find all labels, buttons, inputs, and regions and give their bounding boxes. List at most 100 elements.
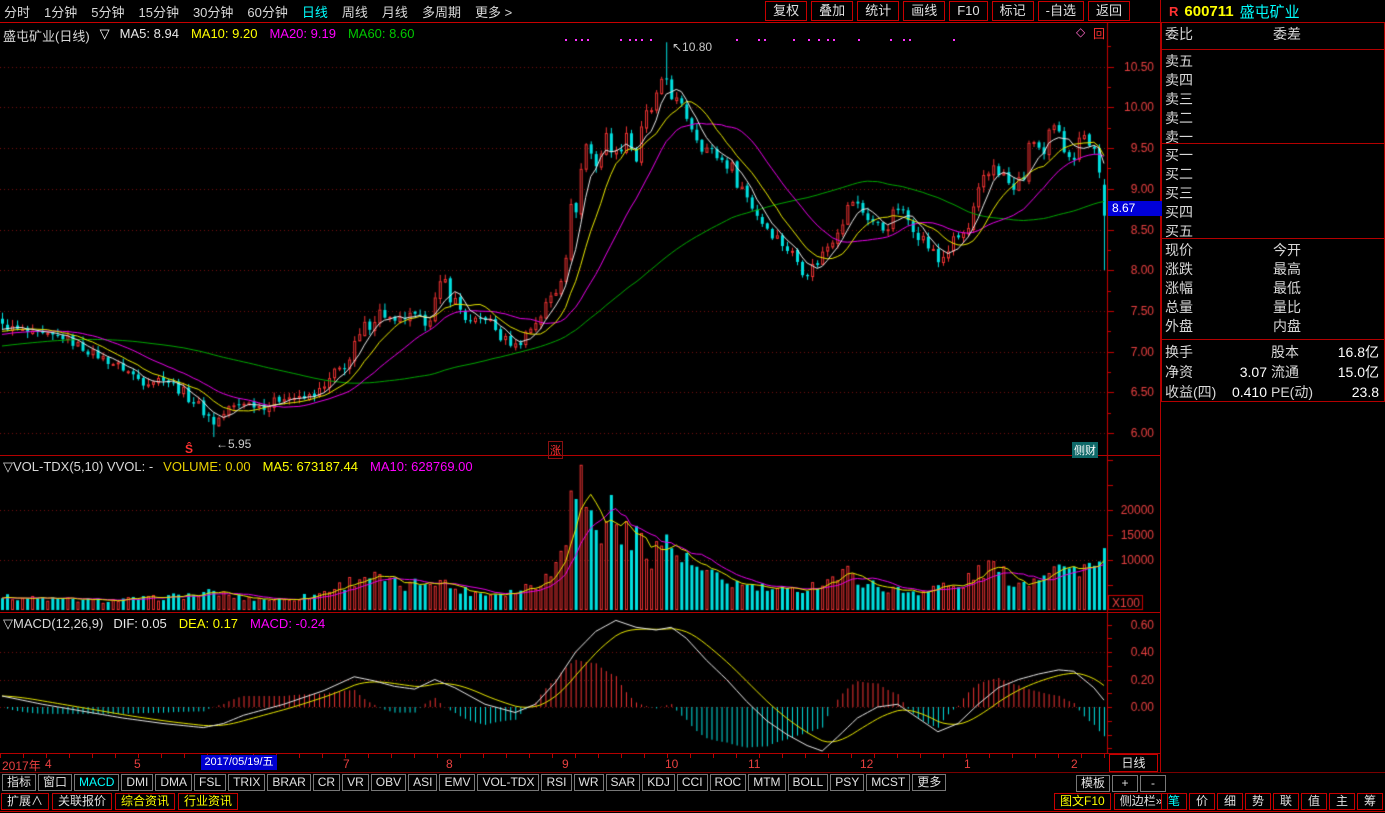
- mode-联[interactable]: 联: [1273, 793, 1299, 810]
- tab-PSY[interactable]: PSY: [830, 774, 864, 791]
- action-叠加[interactable]: 叠加: [811, 1, 853, 21]
- pane-close-icon[interactable]: 回: [1093, 25, 1105, 42]
- buy-levels-box: 买一买二买三买四买五: [1161, 144, 1385, 239]
- mode-笔[interactable]: 笔: [1161, 793, 1187, 810]
- sell-level-卖三: 卖三: [1162, 90, 1384, 109]
- macd-panel-header: ▽MACD(12,26,9) DIF: 0.05DEA: 0.17MACD: -…: [3, 616, 325, 632]
- macd-values: DIF: 0.05DEA: 0.17MACD: -0.24: [113, 616, 325, 632]
- tab-DMA[interactable]: DMA: [155, 774, 192, 791]
- volume-chart[interactable]: [0, 456, 1160, 612]
- status-行业资讯[interactable]: 行业资讯: [178, 793, 238, 810]
- action--自选[interactable]: -自选: [1038, 1, 1084, 21]
- period-30分钟[interactable]: 30分钟: [193, 2, 233, 21]
- mode-价[interactable]: 价: [1189, 793, 1215, 810]
- period-indicator-box[interactable]: 日线: [1109, 754, 1158, 772]
- mode-值[interactable]: 值: [1301, 793, 1327, 810]
- btn-minus[interactable]: -: [1140, 775, 1166, 792]
- tab-DMI[interactable]: DMI: [121, 774, 153, 791]
- pane-marker-icon[interactable]: ◇: [1076, 25, 1085, 39]
- action-复权[interactable]: 复权: [765, 1, 807, 21]
- trough-price-label: ←5.95: [216, 437, 251, 451]
- top-toolbar: 分时 1分钟 5分钟 15分钟 30分钟 60分钟日线周线月线多周期更多 > 复权叠加统计…: [0, 0, 1160, 22]
- macd-chart[interactable]: [0, 613, 1160, 753]
- sell-signal-marker: Ŝ: [185, 442, 193, 456]
- mode-势[interactable]: 势: [1245, 793, 1271, 810]
- tab-BRAR[interactable]: BRAR: [267, 774, 310, 791]
- btn-模板[interactable]: 模板: [1076, 775, 1110, 792]
- tab-更多[interactable]: 更多: [912, 774, 946, 791]
- template-group: 模板+-: [1076, 775, 1166, 792]
- status-图文F10[interactable]: 图文F10: [1054, 793, 1111, 810]
- buy-level-买二: 买二: [1162, 165, 1384, 184]
- action-画线[interactable]: 画线: [903, 1, 945, 21]
- period-5分钟[interactable]: 5分钟: [91, 2, 124, 21]
- selected-date-box[interactable]: 2017/05/19/五: [201, 755, 277, 770]
- period-更多 >[interactable]: 更多 >: [475, 2, 512, 21]
- tab-CCI[interactable]: CCI: [677, 774, 708, 791]
- info-badge[interactable]: 侧财: [1072, 442, 1098, 458]
- tab-OBV[interactable]: OBV: [371, 774, 406, 791]
- peak-price-label: ↖10.80: [672, 40, 712, 54]
- trading-terminal: 分时1分钟5分钟15分钟30分钟60分钟日线周线月线多周期更多 > 复权叠加统计…: [0, 0, 1385, 813]
- tab-WR[interactable]: WR: [574, 774, 604, 791]
- tab-SAR[interactable]: SAR: [606, 774, 641, 791]
- tab-TRIX[interactable]: TRIX: [228, 774, 265, 791]
- btn-plus[interactable]: +: [1112, 775, 1138, 792]
- mode-主[interactable]: 主: [1329, 793, 1355, 810]
- wei-bi-label: 委比: [1165, 25, 1273, 44]
- period-1分钟[interactable]: 1分钟: [44, 2, 77, 21]
- action-F10[interactable]: F10: [949, 1, 987, 21]
- period-日线[interactable]: 日线: [302, 2, 328, 21]
- kline-chart[interactable]: [0, 23, 1160, 455]
- period-15分钟[interactable]: 15分钟: [138, 2, 178, 21]
- action-统计[interactable]: 统计: [857, 1, 899, 21]
- month-10: 10: [665, 757, 678, 771]
- buy-level-买四: 买四: [1162, 203, 1384, 222]
- label-最高: 最高: [1273, 260, 1381, 279]
- mode-筹[interactable]: 筹: [1357, 793, 1383, 810]
- tab-EMV[interactable]: EMV: [439, 774, 475, 791]
- value-净资: 3.07: [1223, 362, 1271, 382]
- label-现价: 现价: [1165, 241, 1273, 260]
- status-关联报价[interactable]: 关联报价: [52, 793, 112, 810]
- tab-CR[interactable]: CR: [313, 774, 340, 791]
- tab-ROC[interactable]: ROC: [710, 774, 747, 791]
- vol-indicator-name[interactable]: ▽VOL-TDX(5,10) VVOL: -: [3, 459, 153, 475]
- period-menu: 分时 1分钟 5分钟 15分钟 30分钟 60分钟日线周线月线多周期更多 >: [0, 2, 512, 21]
- tab-VR[interactable]: VR: [342, 774, 369, 791]
- tab-FSL[interactable]: FSL: [194, 774, 226, 791]
- info-row: 现价今开: [1162, 241, 1384, 260]
- btn-窗口[interactable]: 窗口: [38, 774, 72, 791]
- macd-indicator-name[interactable]: ▽MACD(12,26,9): [3, 616, 103, 632]
- period-分时[interactable]: 分时: [4, 2, 30, 21]
- action-返回[interactable]: 返回: [1088, 1, 1130, 21]
- signal-dot: [758, 39, 760, 41]
- tab-MTM[interactable]: MTM: [748, 774, 785, 791]
- label-总量: 总量: [1165, 298, 1273, 317]
- stock-name: 盛屯矿业: [1240, 1, 1300, 22]
- status-综合资讯[interactable]: 综合资讯: [115, 793, 175, 810]
- indicator-bar: 指标窗口MACDDMIDMAFSLTRIXBRARCRVROBVASIEMVVO…: [0, 773, 1162, 792]
- buy-level-买三: 买三: [1162, 184, 1384, 203]
- period-周线[interactable]: 周线: [342, 2, 368, 21]
- btn-指标[interactable]: 指标: [2, 774, 36, 791]
- period-月线[interactable]: 月线: [382, 2, 408, 21]
- status-扩展∧[interactable]: 扩展∧: [1, 793, 49, 810]
- tab-MCST[interactable]: MCST: [866, 774, 910, 791]
- tab-BOLL[interactable]: BOLL: [788, 774, 829, 791]
- rights-flag: R: [1169, 4, 1178, 19]
- value-label: VOLUME: 0.00: [163, 459, 250, 475]
- month-8: 8: [446, 757, 453, 771]
- tab-MACD[interactable]: MACD: [74, 774, 119, 791]
- period-60分钟[interactable]: 60分钟: [247, 2, 287, 21]
- tab-VOL-TDX[interactable]: VOL-TDX: [477, 774, 539, 791]
- tab-ASI[interactable]: ASI: [408, 774, 437, 791]
- tab-KDJ[interactable]: KDJ: [642, 774, 675, 791]
- screen-bottom-line: [0, 811, 1385, 812]
- value-label: DEA: 0.17: [179, 616, 238, 632]
- mode-细[interactable]: 细: [1217, 793, 1243, 810]
- period-多周期[interactable]: 多周期: [422, 2, 461, 21]
- tab-RSI[interactable]: RSI: [541, 774, 571, 791]
- action-标记[interactable]: 标记: [992, 1, 1034, 21]
- indicator-dropdown-icon[interactable]: ▽: [100, 26, 110, 45]
